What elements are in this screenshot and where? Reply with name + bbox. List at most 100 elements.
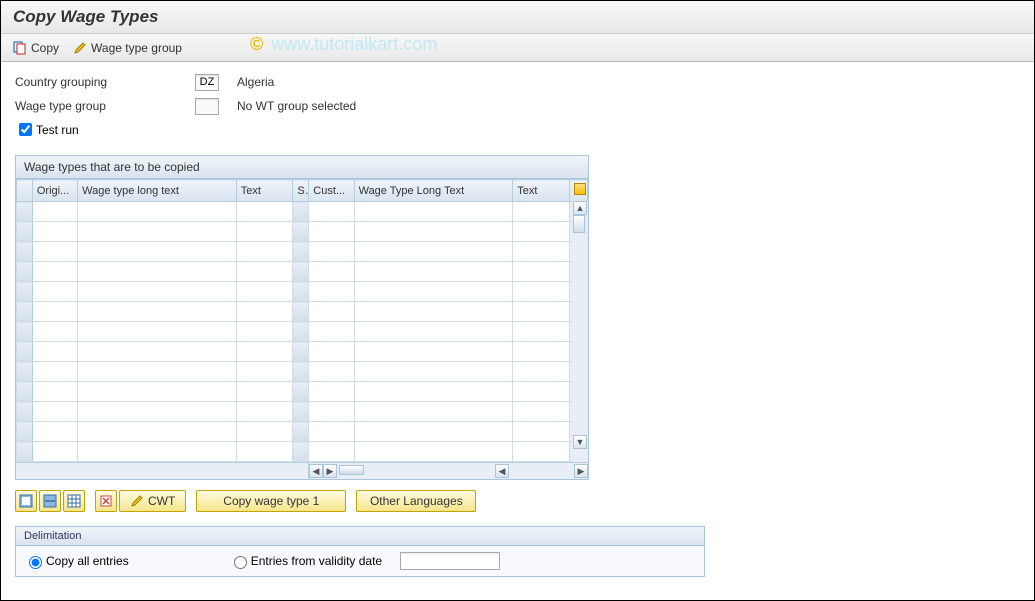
cell-text-2[interactable] <box>513 322 570 342</box>
cell-long-text[interactable] <box>78 222 237 242</box>
cell-cust[interactable] <box>309 402 354 422</box>
copy-all-entries-radio[interactable]: Copy all entries <box>24 553 129 569</box>
table-row[interactable] <box>17 442 588 462</box>
col-text[interactable]: Text <box>236 180 293 202</box>
copy-wage-type-1-button[interactable]: Copy wage type 1 <box>196 490 346 512</box>
row-selector[interactable] <box>17 242 33 262</box>
cell-text-2[interactable] <box>513 382 570 402</box>
cell-long-text-2[interactable] <box>354 242 513 262</box>
table-row[interactable] <box>17 382 588 402</box>
cell-text[interactable] <box>236 342 293 362</box>
col-config[interactable] <box>569 180 587 202</box>
cell-cust[interactable] <box>309 302 354 322</box>
country-grouping-input[interactable] <box>195 74 219 91</box>
col-selector[interactable] <box>17 180 33 202</box>
cell-long-text-2[interactable] <box>354 402 513 422</box>
entries-from-date-radio[interactable]: Entries from validity date <box>229 553 382 569</box>
table-row[interactable] <box>17 242 588 262</box>
from-date-radio-input[interactable] <box>234 556 247 569</box>
cell-origi[interactable] <box>32 262 77 282</box>
cell-text-2[interactable] <box>513 202 570 222</box>
cell-long-text-2[interactable] <box>354 222 513 242</box>
table-row[interactable] <box>17 362 588 382</box>
cell-text[interactable] <box>236 402 293 422</box>
cell-s[interactable] <box>293 402 309 422</box>
row-selector[interactable] <box>17 442 33 462</box>
cell-long-text[interactable] <box>78 342 237 362</box>
cell-long-text-2[interactable] <box>354 362 513 382</box>
table-row[interactable] <box>17 402 588 422</box>
cell-long-text[interactable] <box>78 282 237 302</box>
cell-cust[interactable] <box>309 322 354 342</box>
cell-long-text[interactable] <box>78 402 237 422</box>
cell-long-text-2[interactable] <box>354 302 513 322</box>
cell-text[interactable] <box>236 282 293 302</box>
cell-cust[interactable] <box>309 362 354 382</box>
horizontal-scrollbar-right[interactable]: ◀ ▶ <box>495 463 588 479</box>
scroll-right-arrow-2[interactable]: ▶ <box>574 464 588 478</box>
cell-cust[interactable] <box>309 222 354 242</box>
test-run-checkbox[interactable] <box>19 123 32 136</box>
cell-text[interactable] <box>236 262 293 282</box>
cell-text[interactable] <box>236 362 293 382</box>
row-selector[interactable] <box>17 402 33 422</box>
cell-s[interactable] <box>293 302 309 322</box>
cell-cust[interactable] <box>309 382 354 402</box>
cell-s[interactable] <box>293 422 309 442</box>
cell-long-text[interactable] <box>78 362 237 382</box>
cell-origi[interactable] <box>32 202 77 222</box>
cell-text[interactable] <box>236 442 293 462</box>
cell-s[interactable] <box>293 202 309 222</box>
table-row[interactable] <box>17 282 588 302</box>
table-row[interactable] <box>17 322 588 342</box>
scroll-right-arrow[interactable]: ▶ <box>323 464 337 478</box>
cell-text-2[interactable] <box>513 402 570 422</box>
cell-text[interactable] <box>236 382 293 402</box>
cell-origi[interactable] <box>32 402 77 422</box>
table-settings-button[interactable] <box>63 490 85 512</box>
cell-text-2[interactable] <box>513 222 570 242</box>
hscroll-thumb[interactable] <box>339 465 364 475</box>
copy-all-radio-input[interactable] <box>29 556 42 569</box>
cell-text-2[interactable] <box>513 302 570 322</box>
validity-date-input[interactable] <box>400 552 500 570</box>
cell-long-text-2[interactable] <box>354 442 513 462</box>
col-s[interactable]: S <box>293 180 309 202</box>
table-row[interactable] <box>17 302 588 322</box>
delete-button[interactable] <box>95 490 117 512</box>
cwt-button[interactable]: CWT <box>119 490 186 512</box>
row-selector[interactable] <box>17 282 33 302</box>
cell-long-text-2[interactable] <box>354 342 513 362</box>
copy-button[interactable]: Copy <box>13 41 59 55</box>
row-selector[interactable] <box>17 342 33 362</box>
other-languages-button[interactable]: Other Languages <box>356 490 476 512</box>
cell-long-text-2[interactable] <box>354 282 513 302</box>
cell-origi[interactable] <box>32 302 77 322</box>
cell-origi[interactable] <box>32 242 77 262</box>
cell-text-2[interactable] <box>513 362 570 382</box>
scroll-down-arrow[interactable]: ▼ <box>573 435 587 449</box>
scroll-up-arrow[interactable]: ▲ <box>573 201 587 215</box>
scroll-left-arrow[interactable]: ◀ <box>309 464 323 478</box>
cell-origi[interactable] <box>32 342 77 362</box>
cell-long-text[interactable] <box>78 322 237 342</box>
select-all-button[interactable] <box>15 490 37 512</box>
table-row[interactable] <box>17 222 588 242</box>
table-row[interactable] <box>17 342 588 362</box>
wage-type-group-input[interactable] <box>195 98 219 115</box>
cell-text[interactable] <box>236 202 293 222</box>
cell-long-text[interactable] <box>78 242 237 262</box>
scroll-left-arrow-2[interactable]: ◀ <box>495 464 509 478</box>
cell-long-text-2[interactable] <box>354 422 513 442</box>
col-text-2[interactable]: Text <box>513 180 570 202</box>
horizontal-scrollbar-left[interactable]: ◀ ▶ <box>309 463 495 479</box>
cell-long-text[interactable] <box>78 302 237 322</box>
cell-origi[interactable] <box>32 382 77 402</box>
cell-origi[interactable] <box>32 442 77 462</box>
row-selector[interactable] <box>17 362 33 382</box>
cell-long-text[interactable] <box>78 262 237 282</box>
cell-text[interactable] <box>236 322 293 342</box>
cell-text[interactable] <box>236 302 293 322</box>
cell-origi[interactable] <box>32 422 77 442</box>
cell-s[interactable] <box>293 342 309 362</box>
